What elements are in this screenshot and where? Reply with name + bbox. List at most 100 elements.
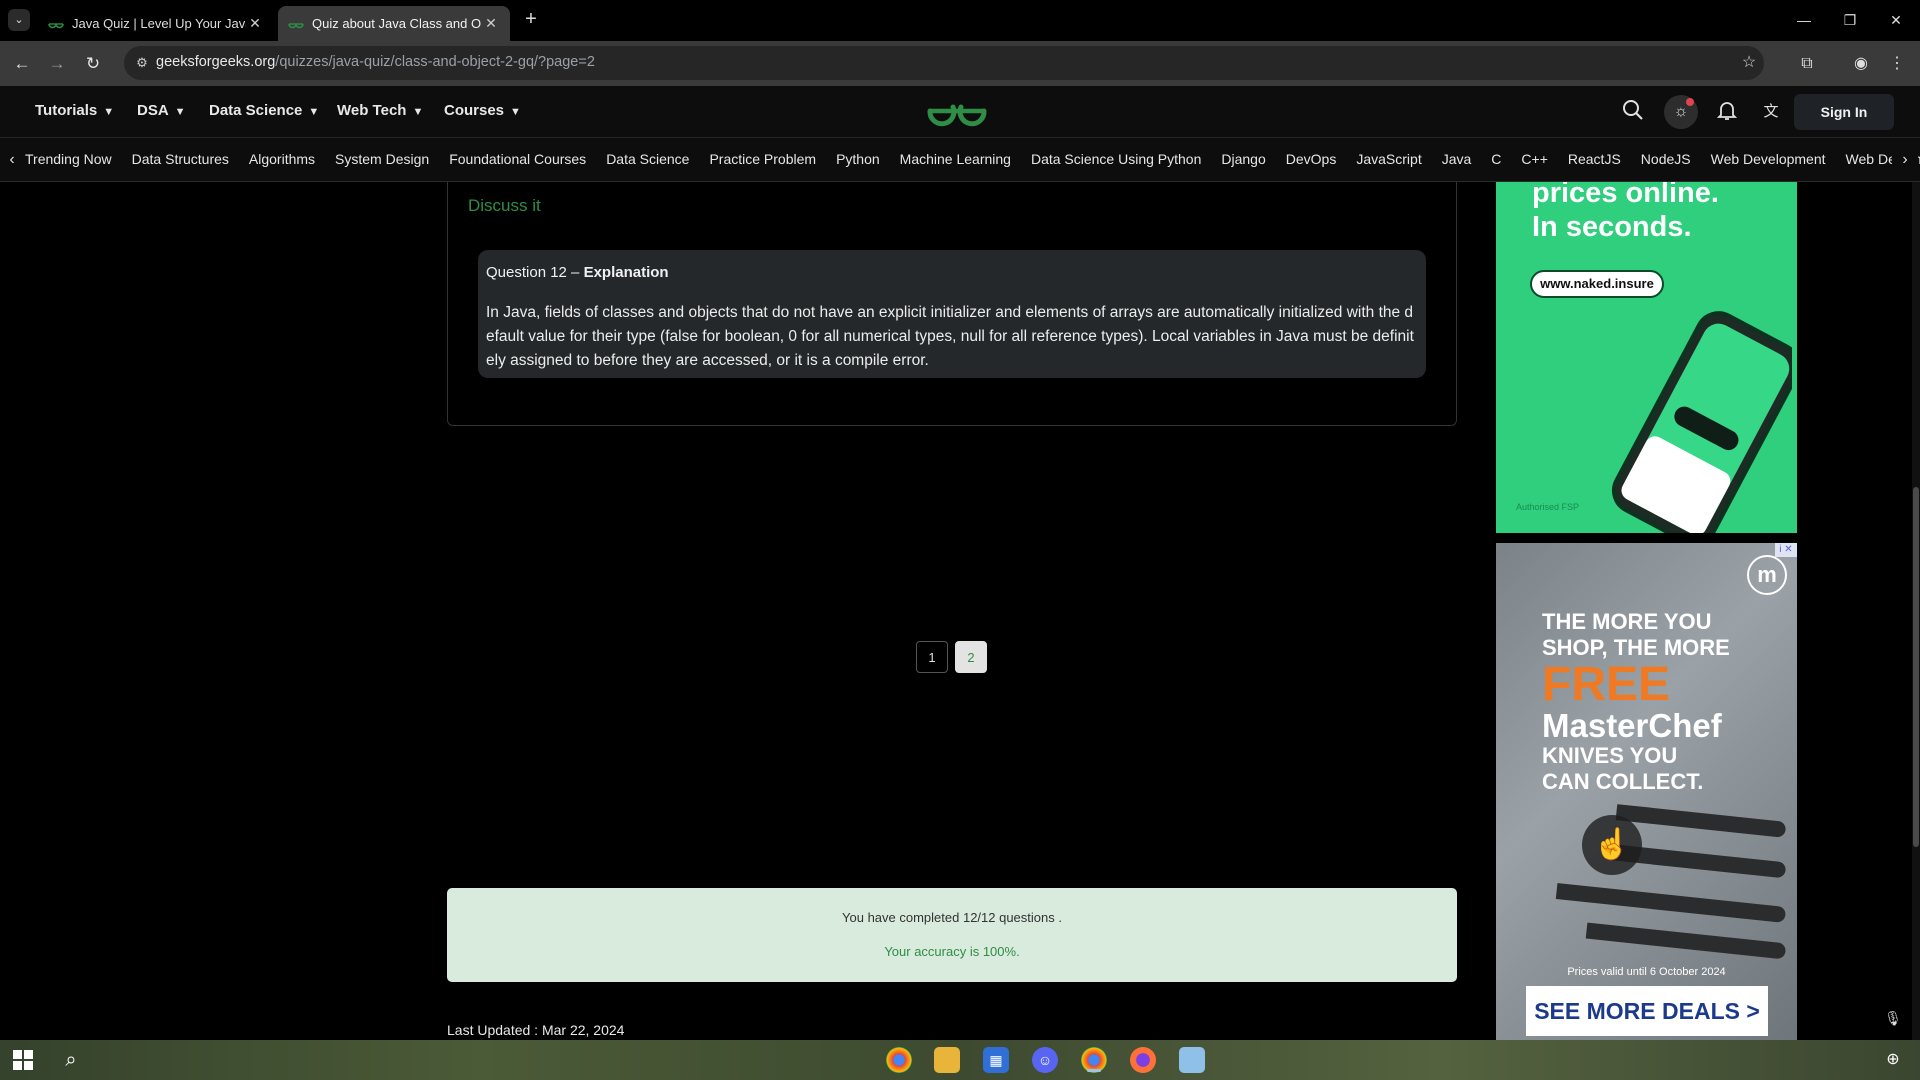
- chevron-down-icon: ▼: [174, 106, 186, 118]
- masterchef-logo: m: [1747, 555, 1787, 595]
- site-header: Tutorials ▼ DSA ▼ Data Science ▼ Web Tech ▼ …: [0, 86, 1920, 138]
- discuss-link[interactable]: Discuss it: [468, 196, 541, 216]
- subnav-item[interactable]: Algorithms: [249, 151, 315, 167]
- gfg-favicon-icon: [288, 22, 304, 28]
- browser-tab-class-object-quiz[interactable]: Quiz about Java Class and Obje ✕: [278, 6, 510, 41]
- knife-image: [1555, 883, 1787, 923]
- menu-web-tech[interactable]: Web Tech ▼: [337, 102, 423, 119]
- chevron-down-icon: ▼: [103, 106, 115, 118]
- close-window-button[interactable]: ✕: [1884, 8, 1908, 32]
- firefox-icon[interactable]: [1130, 1047, 1156, 1073]
- file-explorer-icon[interactable]: [934, 1047, 960, 1073]
- completed-text: You have completed 12/12 questions .: [842, 910, 1062, 925]
- phone-image: [1611, 311, 1792, 533]
- knife-image: [1585, 922, 1787, 960]
- minimize-button[interactable]: —: [1792, 8, 1816, 32]
- forward-arrow-icon[interactable]: →: [44, 51, 70, 77]
- subnav-item[interactable]: JavaScript: [1356, 151, 1421, 167]
- menu-data-science[interactable]: Data Science ▼: [209, 102, 319, 119]
- subnav-item[interactable]: Machine Learning: [900, 151, 1011, 167]
- ad-url-pill[interactable]: www.naked.insure: [1530, 270, 1664, 298]
- see-more-deals-button[interactable]: SEE MORE DEALS >: [1526, 986, 1768, 1036]
- tab-title: Quiz about Java Class and Obje: [312, 16, 482, 31]
- search-icon[interactable]: ⌕: [58, 1047, 84, 1073]
- windows-start-icon[interactable]: [12, 1049, 34, 1071]
- quiz-result-banner: You have completed 12/12 questions . You…: [447, 888, 1457, 982]
- subnav-item[interactable]: Python: [836, 151, 880, 167]
- address-bar[interactable]: ⚙ geeksforgeeks.org/quizzes/java-quiz/cl…: [124, 46, 1764, 80]
- browser-toolbar: ← → ↻ ⚙ geeksforgeeks.org/quizzes/java-q…: [0, 41, 1920, 86]
- knife-image: [1615, 804, 1787, 838]
- bookmark-star-icon[interactable]: ☆: [1736, 50, 1762, 76]
- discord-icon[interactable]: ☺: [1032, 1047, 1058, 1073]
- subnav-item[interactable]: Web Development: [1711, 151, 1826, 167]
- subnav-item[interactable]: DevOps: [1286, 151, 1337, 167]
- theme-toggle-sun-icon[interactable]: ☼: [1664, 95, 1698, 129]
- bell-icon[interactable]: [1714, 99, 1740, 125]
- profile-avatar-icon[interactable]: ◉: [1848, 51, 1874, 77]
- translate-icon[interactable]: 文: [1758, 99, 1784, 125]
- gfg-favicon-icon: [48, 22, 64, 28]
- explanation-heading: Question 12 – Explanation: [486, 264, 669, 281]
- search-icon[interactable]: [1620, 99, 1646, 125]
- ad-choices-icon[interactable]: i ✕: [1775, 543, 1797, 557]
- windows-taskbar: ⌕ ▦ ☺ ⊕: [0, 1040, 1920, 1080]
- chrome-icon[interactable]: [886, 1047, 912, 1073]
- tab-close-icon[interactable]: ✕: [246, 15, 264, 32]
- browser-tab-java-quiz[interactable]: Java Quiz | Level Up Your Java S ✕: [38, 6, 274, 41]
- active-indicator: [1087, 1069, 1101, 1072]
- explanation-text: In Java, fields of classes and objects t…: [486, 304, 1414, 369]
- microphone-icon[interactable]: 🎙: [1884, 1010, 1902, 1032]
- url-text[interactable]: geeksforgeeks.org/quizzes/java-quiz/clas…: [156, 54, 595, 70]
- subnav-item[interactable]: C: [1491, 151, 1501, 167]
- page-2-button[interactable]: 2: [955, 641, 987, 673]
- ad-naked-insure[interactable]: prices online. In seconds. www.naked.insu…: [1496, 182, 1797, 533]
- notepad-icon[interactable]: [1179, 1047, 1205, 1073]
- subnav-item[interactable]: Foundational Courses: [449, 151, 586, 167]
- browser-tab-bar: ⌄ Java Quiz | Level Up Your Java S ✕ Qui…: [0, 0, 1920, 41]
- menu-dsa[interactable]: DSA ▼: [137, 102, 186, 119]
- chevron-left-icon[interactable]: ‹: [2, 150, 22, 170]
- sign-in-button[interactable]: Sign In: [1794, 94, 1894, 130]
- subnav-item[interactable]: Data Science Using Python: [1031, 151, 1201, 167]
- subnav-item[interactable]: System Design: [335, 151, 429, 167]
- ad-headline: prices online. In seconds.: [1532, 182, 1719, 243]
- chevron-down-icon: ▼: [510, 106, 521, 118]
- subnav-item[interactable]: NodeJS: [1641, 151, 1691, 167]
- tab-list-chevron-icon[interactable]: ⌄: [8, 9, 30, 31]
- ad-validity: Prices valid until 6 October 2024: [1567, 966, 1726, 978]
- back-arrow-icon[interactable]: ←: [9, 51, 35, 77]
- reload-icon[interactable]: ↻: [80, 51, 106, 77]
- subnav-item[interactable]: ReactJS: [1568, 151, 1621, 167]
- ad-footer: Authorised FSP: [1516, 502, 1580, 512]
- page-1-button[interactable]: 1: [916, 641, 948, 673]
- subnav-item[interactable]: Data Science: [606, 151, 689, 167]
- subnav-items: Trending Now Data Structures Algorithms …: [25, 151, 1920, 167]
- pointer-hand-icon: ☝: [1582, 815, 1642, 875]
- subnav-item[interactable]: Java: [1442, 151, 1472, 167]
- browser-menu-icon[interactable]: ⋮: [1884, 51, 1910, 77]
- subnav-item[interactable]: Django: [1221, 151, 1265, 167]
- system-tray-location-icon[interactable]: ⊕: [1880, 1047, 1906, 1073]
- menu-tutorials[interactable]: Tutorials ▼: [35, 102, 114, 119]
- extensions-puzzle-icon[interactable]: ⧉: [1794, 51, 1820, 77]
- ad-masterchef[interactable]: i ✕ m THE MORE YOU SHOP, THE MORE FREE M…: [1496, 543, 1797, 1040]
- menu-courses[interactable]: Courses ▼: [444, 102, 521, 119]
- restore-button[interactable]: ❐: [1838, 8, 1862, 32]
- new-tab-button[interactable]: +: [520, 8, 542, 30]
- page-scrollbar[interactable]: [1912, 182, 1920, 1040]
- subnav-item[interactable]: Trending Now: [25, 151, 112, 167]
- chevron-right-icon[interactable]: ›: [1892, 150, 1918, 170]
- gfg-logo[interactable]: [926, 94, 988, 128]
- tab-close-icon[interactable]: ✕: [482, 15, 500, 32]
- site-info-icon[interactable]: ⚙: [132, 53, 152, 73]
- scrollbar-thumb[interactable]: [1913, 487, 1919, 847]
- ad-copy: THE MORE YOU SHOP, THE MORE FREE MasterC…: [1542, 609, 1730, 794]
- microsoft-store-icon[interactable]: ▦: [983, 1047, 1009, 1073]
- last-updated: Last Updated : Mar 22, 2024: [447, 1022, 625, 1038]
- subnav-item[interactable]: C++: [1521, 151, 1547, 167]
- chrome-active-icon[interactable]: [1081, 1047, 1107, 1073]
- subnav-item[interactable]: Practice Problem: [709, 151, 816, 167]
- chevron-down-icon: ▼: [412, 106, 424, 118]
- subnav-item[interactable]: Data Structures: [132, 151, 229, 167]
